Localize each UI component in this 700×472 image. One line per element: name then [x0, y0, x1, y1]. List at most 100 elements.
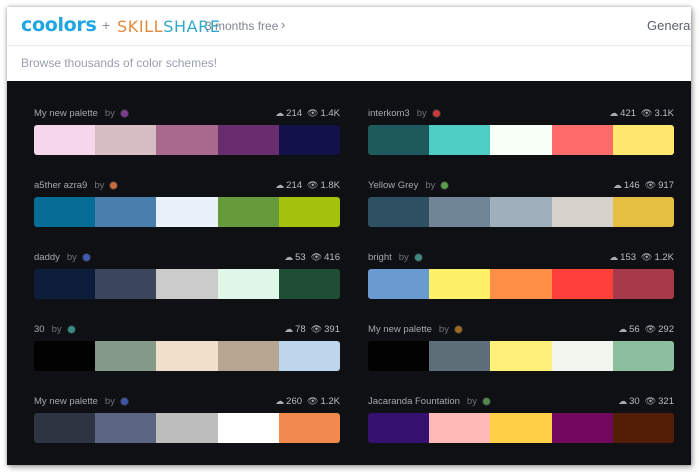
color-swatch[interactable]	[34, 413, 96, 443]
color-swatch[interactable]	[490, 413, 552, 443]
color-swatch[interactable]	[490, 125, 552, 155]
palette-card[interactable]: My new palette by ☁ 56 👁 292	[368, 322, 674, 380]
color-swatch[interactable]	[156, 413, 218, 443]
color-swatch[interactable]	[217, 197, 279, 227]
color-swatch[interactable]	[612, 269, 674, 299]
author-avatar[interactable]	[441, 182, 449, 189]
color-swatch[interactable]	[34, 269, 96, 299]
color-swatch[interactable]	[278, 341, 340, 371]
color-swatch[interactable]	[217, 413, 279, 443]
color-swatch[interactable]	[612, 125, 674, 155]
generate-link[interactable]: Generate	[647, 18, 691, 33]
palette-name[interactable]: bright	[368, 252, 392, 263]
promo-link[interactable]: 3 months free	[205, 19, 278, 33]
palette-swatches[interactable]	[368, 197, 674, 227]
color-swatch[interactable]	[551, 197, 613, 227]
palette-swatches[interactable]	[368, 341, 674, 371]
color-swatch[interactable]	[368, 341, 430, 371]
color-swatch[interactable]	[278, 269, 340, 299]
color-swatch[interactable]	[429, 125, 491, 155]
color-swatch[interactable]	[612, 197, 674, 227]
color-swatch[interactable]	[34, 197, 96, 227]
color-swatch[interactable]	[551, 341, 613, 371]
color-swatch[interactable]	[490, 341, 552, 371]
palette-swatches[interactable]	[34, 413, 340, 443]
color-swatch[interactable]	[278, 413, 340, 443]
author-avatar[interactable]	[110, 182, 118, 189]
palette-name[interactable]: My new palette	[34, 108, 98, 119]
color-swatch[interactable]	[490, 197, 552, 227]
color-swatch[interactable]	[278, 125, 340, 155]
palette-swatches[interactable]	[368, 125, 674, 155]
palette-card[interactable]: My new palette by ☁ 214 👁 1.4K	[34, 106, 340, 164]
palette-card[interactable]: My new palette by ☁ 260 👁 1.2K	[34, 394, 340, 452]
color-swatch[interactable]	[95, 413, 157, 443]
color-swatch[interactable]	[95, 341, 157, 371]
color-swatch[interactable]	[429, 269, 491, 299]
color-swatch[interactable]	[34, 125, 96, 155]
author-avatar[interactable]	[82, 254, 90, 261]
coolors-logo[interactable]: coolors	[21, 14, 97, 36]
color-swatch[interactable]	[95, 125, 157, 155]
color-swatch[interactable]	[156, 125, 218, 155]
color-swatch[interactable]	[217, 269, 279, 299]
author-avatar[interactable]	[414, 254, 422, 261]
color-swatch[interactable]	[278, 197, 340, 227]
color-swatch[interactable]	[368, 413, 430, 443]
color-swatch[interactable]	[217, 125, 279, 155]
palette-card[interactable]: bright by ☁ 153 👁 1.2K	[368, 250, 674, 308]
color-swatch[interactable]	[490, 269, 552, 299]
color-swatch[interactable]	[217, 341, 279, 371]
palette-name[interactable]: My new palette	[34, 396, 98, 407]
color-swatch[interactable]	[551, 413, 613, 443]
palette-header: My new palette by ☁ 56 👁 292	[368, 322, 674, 338]
cloud-upload-icon: ☁	[275, 396, 285, 406]
color-swatch[interactable]	[156, 341, 218, 371]
likes-count: 421	[620, 108, 637, 119]
palette-name[interactable]: a5ther azra9	[34, 180, 87, 191]
palette-name[interactable]: My new palette	[368, 324, 432, 335]
palette-card[interactable]: a5ther azra9 by ☁ 214 👁 1.8K	[34, 178, 340, 236]
palette-swatches[interactable]	[34, 125, 340, 155]
author-avatar[interactable]	[482, 398, 490, 405]
palette-swatches[interactable]	[34, 341, 340, 371]
app-window: coolors + SKILLSHARE 3 months free › Gen…	[7, 7, 691, 465]
palette-card[interactable]: daddy by ☁ 53 👁 416	[34, 250, 340, 308]
palette-name[interactable]: Yellow Grey	[368, 180, 418, 191]
author-avatar[interactable]	[454, 326, 462, 333]
color-swatch[interactable]	[156, 269, 218, 299]
color-swatch[interactable]	[612, 413, 674, 443]
palette-card[interactable]: Jacaranda Fountation by ☁ 30 👁 321	[368, 394, 674, 452]
author-avatar[interactable]	[432, 110, 440, 117]
palette-card[interactable]: 30 by ☁ 78 👁 391	[34, 322, 340, 380]
palette-name[interactable]: Jacaranda Fountation	[368, 396, 460, 407]
color-swatch[interactable]	[429, 413, 491, 443]
palette-name[interactable]: daddy	[34, 252, 60, 263]
color-swatch[interactable]	[551, 125, 613, 155]
color-swatch[interactable]	[95, 197, 157, 227]
color-swatch[interactable]	[368, 125, 430, 155]
palette-name[interactable]: interkom3	[368, 108, 410, 119]
color-swatch[interactable]	[368, 197, 430, 227]
color-swatch[interactable]	[368, 269, 430, 299]
palette-swatches[interactable]	[34, 269, 340, 299]
color-swatch[interactable]	[551, 269, 613, 299]
author-avatar[interactable]	[120, 110, 128, 117]
palette-swatches[interactable]	[368, 269, 674, 299]
color-swatch[interactable]	[612, 341, 674, 371]
palette-card[interactable]: interkom3 by ☁ 421 👁 3.1K	[368, 106, 674, 164]
palette-swatches[interactable]	[34, 197, 340, 227]
palette-stats: ☁ 421 👁 3.1K	[609, 108, 674, 119]
chevron-right-icon[interactable]: ›	[281, 17, 285, 32]
color-swatch[interactable]	[429, 341, 491, 371]
author-avatar[interactable]	[120, 398, 128, 405]
color-swatch[interactable]	[429, 197, 491, 227]
color-swatch[interactable]	[95, 269, 157, 299]
palette-card[interactable]: Yellow Grey by ☁ 146 👁 917	[368, 178, 674, 236]
search-input[interactable]	[21, 54, 661, 72]
color-swatch[interactable]	[156, 197, 218, 227]
author-avatar[interactable]	[67, 326, 75, 333]
palette-swatches[interactable]	[368, 413, 674, 443]
palette-name[interactable]: 30	[34, 324, 45, 335]
color-swatch[interactable]	[34, 341, 96, 371]
